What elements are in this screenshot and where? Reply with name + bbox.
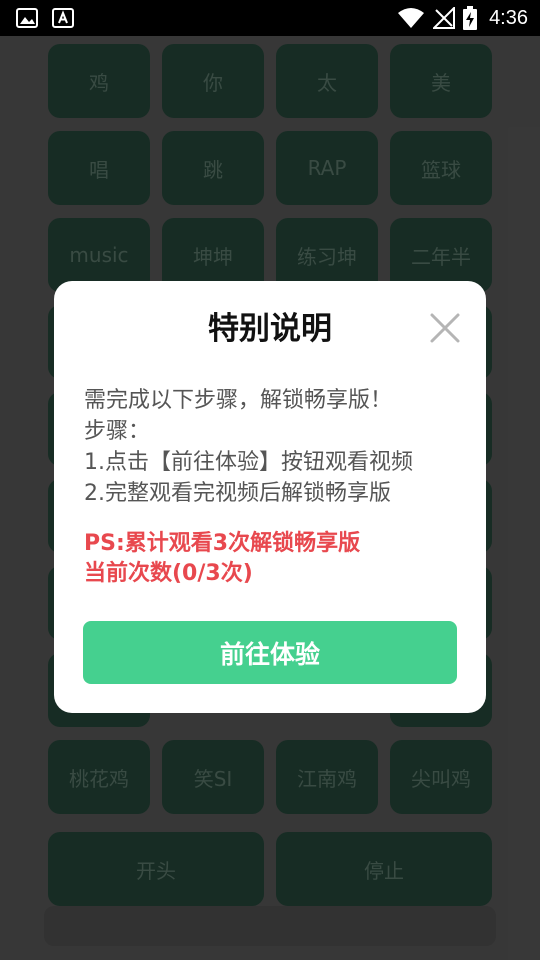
status-icons: 4:36 xyxy=(389,0,528,36)
battery-charging-icon xyxy=(463,6,478,30)
instruction-line: 需完成以下步骤，解锁畅享版！ xyxy=(84,388,393,413)
instruction-line: 2.完整观看完视频后解锁畅享版 xyxy=(84,481,391,506)
note-line: PS:累计观看3次解锁畅享版 xyxy=(84,531,361,556)
dialog-instructions: 需完成以下步骤，解锁畅享版！ 步骤： 1.点击【前往体验】按钮观看视频 2.完整… xyxy=(84,385,464,509)
unlock-dialog: 特别说明 需完成以下步骤，解锁畅享版！ 步骤： 1.点击【前往体验】按钮观看视频… xyxy=(54,281,486,713)
image-icon xyxy=(16,8,38,28)
wifi-icon xyxy=(398,8,425,28)
try-now-button[interactable]: 前往体验 xyxy=(83,621,457,684)
close-icon[interactable] xyxy=(426,309,464,347)
progress-count: 当前次数(0/3次) xyxy=(84,561,253,586)
no-signal-icon xyxy=(433,7,456,29)
instruction-line: 1.点击【前往体验】按钮观看视频 xyxy=(84,450,413,475)
font-icon xyxy=(52,8,74,28)
dialog-title: 特别说明 xyxy=(208,311,332,347)
status-bar: 4:36 xyxy=(0,0,540,36)
instruction-line: 步骤： xyxy=(84,419,151,444)
app-screen: 4:36 鸡 你 太 美 唱 跳 RAP 篮球 music 坤坤 练习坤 二年半… xyxy=(0,0,540,960)
clock: 4:36 xyxy=(489,6,528,29)
dialog-note: PS:累计观看3次解锁畅享版 当前次数(0/3次) xyxy=(84,529,464,589)
